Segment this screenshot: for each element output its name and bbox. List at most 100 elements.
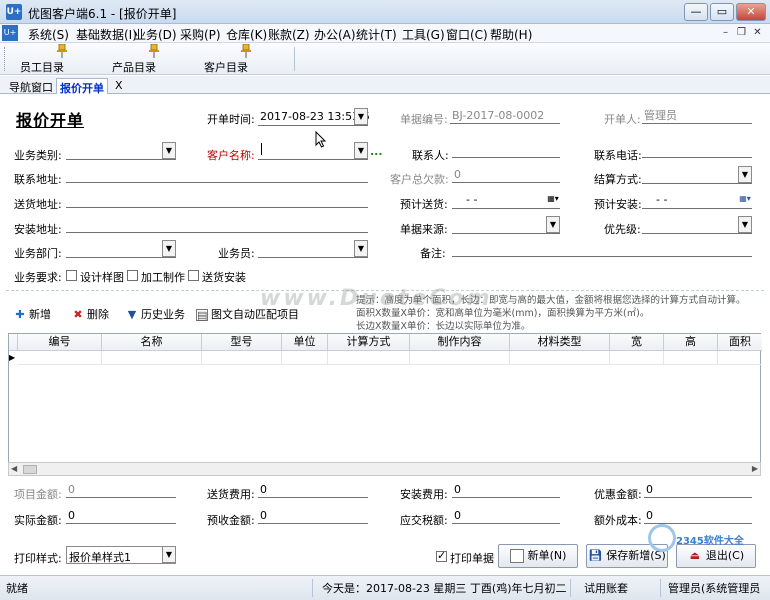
scroll-left-icon[interactable]: ◀ [11,464,17,473]
mdi-restore-button[interactable]: ❐ [734,26,749,40]
table-cell[interactable] [510,351,610,365]
horizontal-scrollbar[interactable]: ◀ ▶ [8,462,761,476]
chevron-down-icon[interactable]: ▼ [738,166,752,183]
print-doc-checkbox[interactable] [436,549,447,562]
delivery-checkbox[interactable] [188,270,199,281]
discount-field[interactable]: 0 [644,482,752,498]
col-header-code[interactable]: 编号 [18,334,102,351]
print-style-select[interactable]: 报价单样式1 ▼ [66,546,176,564]
phone-field[interactable] [642,142,752,158]
product-directory-button[interactable]: 产品目录 [112,44,196,74]
expect-install-value: - - [656,193,668,206]
dept-select[interactable]: ▼ [66,240,176,258]
table-cell[interactable] [202,351,282,365]
settle-select[interactable]: ▼ [642,166,752,184]
tab-close-icon[interactable]: X [112,78,126,94]
col-header-width[interactable]: 宽 [610,334,664,351]
table-cell[interactable] [664,351,718,365]
scroll-thumb[interactable] [23,465,37,474]
history-button[interactable]: ▼ 历史业务 [126,306,185,322]
install-address-field[interactable] [66,217,368,233]
col-header-material[interactable]: 材料类型 [510,334,610,351]
table-cell[interactable] [18,351,102,365]
add-row-button[interactable]: ✚ 新增 [14,306,51,322]
menu-statistics[interactable]: 统计(T) [356,26,397,43]
minimize-button[interactable]: — [684,3,708,21]
customer-more-button[interactable]: ... [370,145,383,158]
tab-quote-order[interactable]: 报价开单 [56,78,108,95]
menu-window[interactable]: 窗口(C) [446,26,488,43]
ship-fee-field[interactable]: 0 [258,482,368,498]
creator-field[interactable]: 管理员 [642,108,752,124]
employee-directory-button[interactable]: 员工目录 [20,44,104,74]
production-checkbox[interactable] [127,270,138,281]
new-order-button[interactable]: 新单(N) [498,544,578,568]
remark-label: 备注: [420,247,446,260]
table-cell[interactable] [328,351,410,365]
chevron-down-icon[interactable]: ▼ [546,216,560,233]
customer-directory-button[interactable]: 客户目录 [204,44,288,74]
tax-field[interactable]: 0 [452,508,560,524]
address-field[interactable] [66,167,368,183]
install-fee-field[interactable]: 0 [452,482,560,498]
col-header-height[interactable]: 高 [664,334,718,351]
expect-install-picker[interactable]: - - ▦▾ [642,191,752,209]
ship-address-field[interactable] [66,192,368,208]
col-header-area[interactable]: 面积 [718,334,762,351]
image-text-icon: ▤ [196,309,208,322]
col-header-unit[interactable]: 单位 [282,334,328,351]
close-button[interactable]: ✕ [736,3,766,21]
biz-type-select[interactable]: ▼ [66,142,176,160]
col-header-content[interactable]: 制作内容 [410,334,510,351]
mdi-close-button[interactable]: ✕ [750,26,765,40]
menu-tools[interactable]: 工具(G) [402,26,445,43]
expect-ship-picker[interactable]: - - ▦▾ [452,191,560,209]
chevron-down-icon[interactable]: ▼ [162,546,176,563]
col-header-name[interactable]: 名称 [102,334,202,351]
table-cell[interactable] [410,351,510,365]
tab-navigation[interactable]: 导航窗口 [6,78,56,94]
menu-basic-data[interactable]: 基础数据(I) [76,26,137,43]
delete-row-button[interactable]: ✖ 删除 [72,306,109,322]
calendar-icon[interactable]: ▦▾ [546,191,560,208]
priority-label: 优先级: [604,223,641,236]
status-user: 管理员(系统管理员 [668,582,761,595]
calendar-icon[interactable]: ▦▾ [738,191,752,208]
table-cell[interactable] [718,351,761,365]
menu-system[interactable]: 系统(S) [28,26,69,43]
col-header-model[interactable]: 型号 [202,334,282,351]
open-time-picker[interactable]: 2017-08-23 13:53:5 ▼ [258,108,370,126]
remark-field[interactable] [452,241,752,257]
menu-accounts[interactable]: 账款(Z) [268,26,310,43]
menu-purchase[interactable]: 采购(P) [180,26,221,43]
chevron-down-icon[interactable]: ▼ [162,240,176,257]
menu-help[interactable]: 帮助(H) [490,26,532,43]
chevron-down-icon[interactable]: ▼ [738,216,752,233]
table-cell[interactable] [102,351,202,365]
priority-select[interactable]: ▼ [642,216,752,234]
mdi-minimize-button[interactable]: – [718,26,733,40]
menu-warehouse[interactable]: 仓库(K) [226,26,267,43]
chevron-down-icon[interactable]: ▼ [354,108,368,125]
actual-amount-field[interactable]: 0 [66,508,176,524]
menu-office[interactable]: 办公(A) [314,26,356,43]
chevron-down-icon[interactable]: ▼ [354,240,368,257]
maximize-button[interactable]: ▭ [710,3,734,21]
design-checkbox[interactable] [66,270,77,281]
col-header-calc-method[interactable]: 计算方式 [328,334,410,351]
scroll-right-icon[interactable]: ▶ [752,464,758,473]
salesman-select[interactable]: ▼ [258,240,368,258]
doc-no-field[interactable]: BJ-2017-08-0002 [450,108,560,124]
source-select[interactable]: ▼ [452,216,560,234]
chevron-down-icon[interactable]: ▼ [162,142,176,159]
contact-field[interactable] [452,142,560,158]
chevron-down-icon[interactable]: ▼ [354,142,368,159]
toolbar-grip [4,47,7,71]
prepay-field[interactable]: 0 [258,508,368,524]
phone-label: 联系电话: [594,149,642,162]
table-cell[interactable] [282,351,328,365]
menu-business[interactable]: 业务(D) [134,26,177,43]
table-cell[interactable] [610,351,664,365]
item-grid[interactable]: 编号 名称 型号 单位 计算方式 制作内容 材料类型 宽 高 面积 ▶ [8,333,762,463]
customer-name-select[interactable]: ▼ [258,142,368,160]
